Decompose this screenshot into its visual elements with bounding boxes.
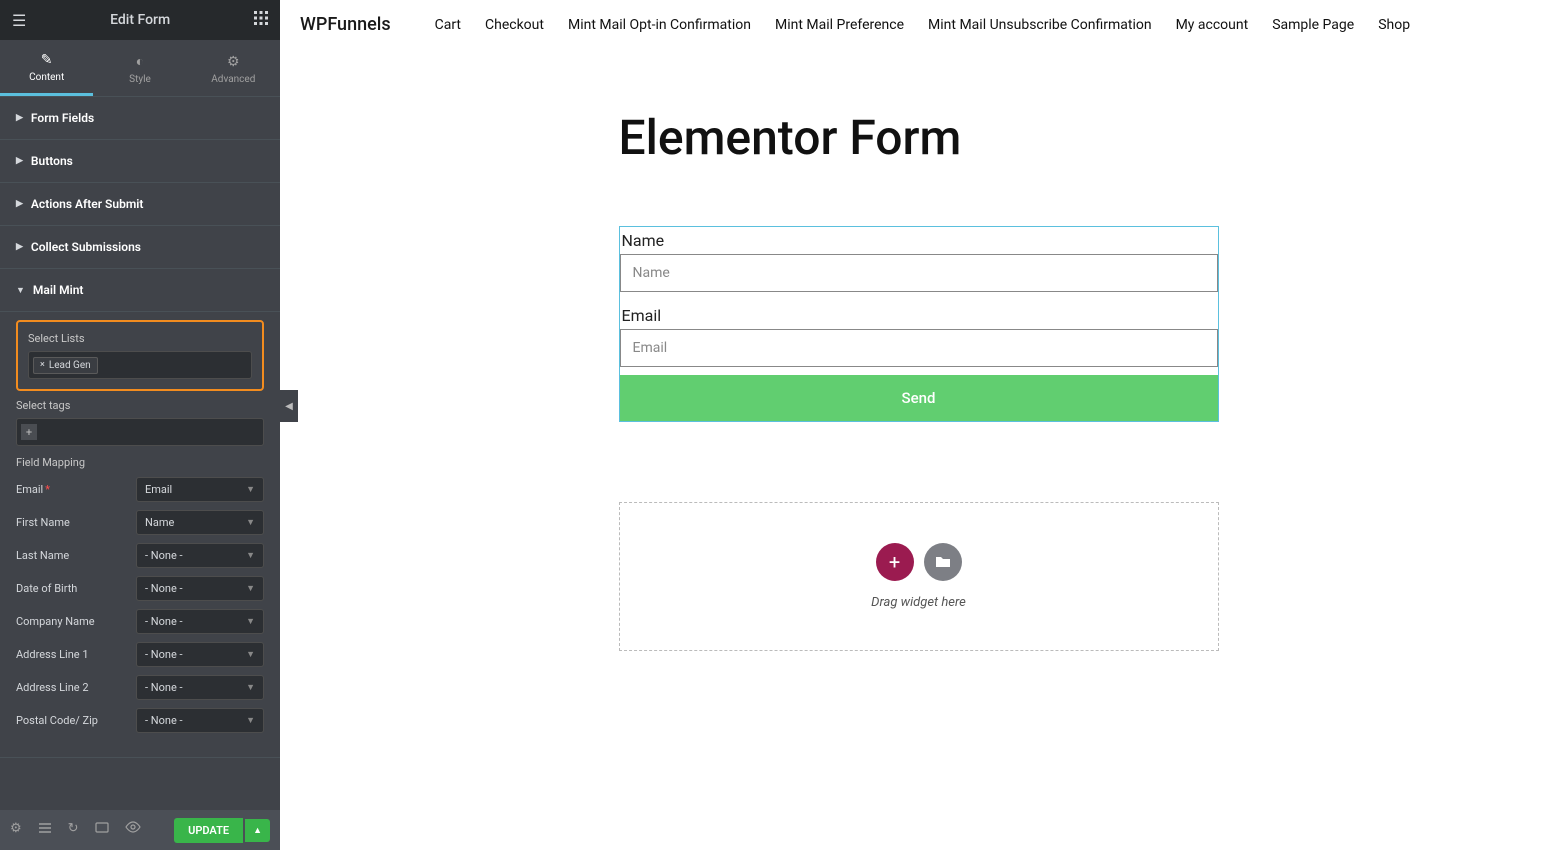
hamburger-icon[interactable]: ☰: [12, 11, 26, 30]
nav-link[interactable]: Checkout: [485, 17, 544, 33]
panel-scroll[interactable]: ▶Form Fields ▶Buttons ▶Actions After Sub…: [0, 96, 280, 810]
caret-right-icon: ▶: [16, 113, 23, 123]
map-label: Address Line 2: [16, 681, 136, 694]
page-title: Elementor Form: [619, 109, 1219, 166]
editor-sidebar: ☰ Edit Form ✎ Content ◐ Style ⚙ Advanced…: [0, 0, 280, 850]
add-section-button[interactable]: +: [876, 543, 914, 581]
caret-right-icon: ▶: [16, 156, 23, 166]
select-tags-input[interactable]: +: [16, 418, 264, 446]
editor-tabs: ✎ Content ◐ Style ⚙ Advanced: [0, 40, 280, 96]
drop-zone[interactable]: + Drag widget here: [619, 502, 1219, 651]
map-label: First Name: [16, 516, 136, 529]
pencil-icon: ✎: [41, 52, 53, 68]
collapse-sidebar-handle[interactable]: ◀: [280, 390, 298, 422]
accordion-collect[interactable]: ▶Collect Submissions: [0, 226, 280, 269]
map-label: Postal Code/ Zip: [16, 714, 136, 727]
mailmint-panel: Select Lists ×Lead Gen Select tags + Fie…: [0, 312, 280, 758]
nav-link[interactable]: Mint Mail Opt-in Confirmation: [568, 17, 751, 33]
select-tags-label: Select tags: [16, 399, 264, 412]
map-label: Address Line 1: [16, 648, 136, 661]
caret-down-icon: ▼: [246, 484, 255, 495]
site-brand[interactable]: WPFunnels: [300, 14, 391, 35]
caret-down-icon: ▼: [246, 616, 255, 627]
caret-right-icon: ▶: [16, 199, 23, 209]
map-select[interactable]: - None -▼: [136, 609, 264, 634]
caret-down-icon: ▼: [246, 550, 255, 561]
map-row: Date of Birth - None -▼: [16, 576, 264, 601]
caret-down-icon: ▼: [246, 517, 255, 528]
map-select[interactable]: - None -▼: [136, 576, 264, 601]
map-select[interactable]: - None -▼: [136, 708, 264, 733]
nav-link[interactable]: Shop: [1378, 17, 1410, 33]
map-select[interactable]: - None -▼: [136, 642, 264, 667]
map-label: Email*: [16, 483, 136, 496]
style-icon: ◐: [136, 53, 144, 70]
submit-button[interactable]: Send: [620, 375, 1218, 421]
add-tag-icon[interactable]: +: [21, 424, 37, 440]
nav-link[interactable]: Mint Mail Unsubscribe Confirmation: [928, 17, 1152, 33]
settings-icon[interactable]: ⚙: [10, 821, 22, 839]
accordion-actions[interactable]: ▶Actions After Submit: [0, 183, 280, 226]
nav-link[interactable]: My account: [1176, 17, 1249, 33]
caret-down-icon: ▼: [246, 583, 255, 594]
sidebar-header: ☰ Edit Form: [0, 0, 280, 40]
map-row: Last Name - None -▼: [16, 543, 264, 568]
preview-icon[interactable]: [125, 821, 141, 839]
footer-icons: ⚙ ↻: [10, 821, 141, 839]
caret-down-icon: ▼: [246, 715, 255, 726]
history-icon[interactable]: ↻: [68, 821, 79, 839]
name-label: Name: [620, 227, 1218, 254]
navigator-icon[interactable]: [38, 821, 52, 839]
preview-area: WPFunnels Cart Checkout Mint Mail Opt-in C…: [280, 0, 1557, 850]
caret-down-icon: ▼: [246, 649, 255, 660]
map-row: Address Line 1 - None -▼: [16, 642, 264, 667]
map-select[interactable]: Email▼: [136, 477, 264, 502]
field-mapping-label: Field Mapping: [16, 456, 264, 469]
map-select[interactable]: - None -▼: [136, 543, 264, 568]
email-input[interactable]: [620, 329, 1218, 367]
tab-style[interactable]: ◐ Style: [93, 40, 186, 96]
accordion-form-fields[interactable]: ▶Form Fields: [0, 97, 280, 140]
name-input[interactable]: [620, 254, 1218, 292]
map-label: Last Name: [16, 549, 136, 562]
caret-down-icon: ▼: [246, 682, 255, 693]
list-tag-chip[interactable]: ×Lead Gen: [33, 357, 98, 374]
remove-tag-icon[interactable]: ×: [40, 360, 45, 370]
select-lists-input[interactable]: ×Lead Gen: [28, 351, 252, 379]
sidebar-title: Edit Form: [110, 12, 170, 28]
map-row: First Name Name▼: [16, 510, 264, 535]
caret-right-icon: ▶: [16, 242, 23, 252]
dropzone-text: Drag widget here: [871, 595, 966, 610]
accordion-mailmint[interactable]: ▼Mail Mint: [0, 269, 280, 312]
map-row: Address Line 2 - None -▼: [16, 675, 264, 700]
tab-content[interactable]: ✎ Content: [0, 40, 93, 96]
form-widget[interactable]: Name Email Send: [619, 226, 1219, 422]
tab-advanced[interactable]: ⚙ Advanced: [187, 40, 280, 96]
select-lists-highlight: Select Lists ×Lead Gen: [16, 320, 264, 391]
template-button[interactable]: [924, 543, 962, 581]
map-label: Company Name: [16, 615, 136, 628]
update-dropdown[interactable]: ▲: [245, 819, 270, 842]
map-row: Postal Code/ Zip - None -▼: [16, 708, 264, 733]
accordion-buttons[interactable]: ▶Buttons: [0, 140, 280, 183]
select-lists-label: Select Lists: [28, 332, 252, 345]
email-label: Email: [620, 302, 1218, 329]
site-nav: WPFunnels Cart Checkout Mint Mail Opt-in C…: [280, 0, 1557, 49]
map-row: Email* Email▼: [16, 477, 264, 502]
apps-icon[interactable]: [254, 11, 268, 29]
gear-icon: ⚙: [227, 54, 240, 70]
map-select[interactable]: Name▼: [136, 510, 264, 535]
nav-link[interactable]: Cart: [435, 17, 461, 33]
sidebar-footer: ⚙ ↻ UPDATE ▲: [0, 810, 280, 850]
nav-link[interactable]: Mint Mail Preference: [775, 17, 904, 33]
map-row: Company Name - None -▼: [16, 609, 264, 634]
nav-link[interactable]: Sample Page: [1272, 17, 1354, 33]
update-button[interactable]: UPDATE: [174, 818, 243, 843]
responsive-icon[interactable]: [95, 821, 109, 839]
map-label: Date of Birth: [16, 582, 136, 595]
caret-down-icon: ▼: [16, 285, 25, 296]
map-select[interactable]: - None -▼: [136, 675, 264, 700]
